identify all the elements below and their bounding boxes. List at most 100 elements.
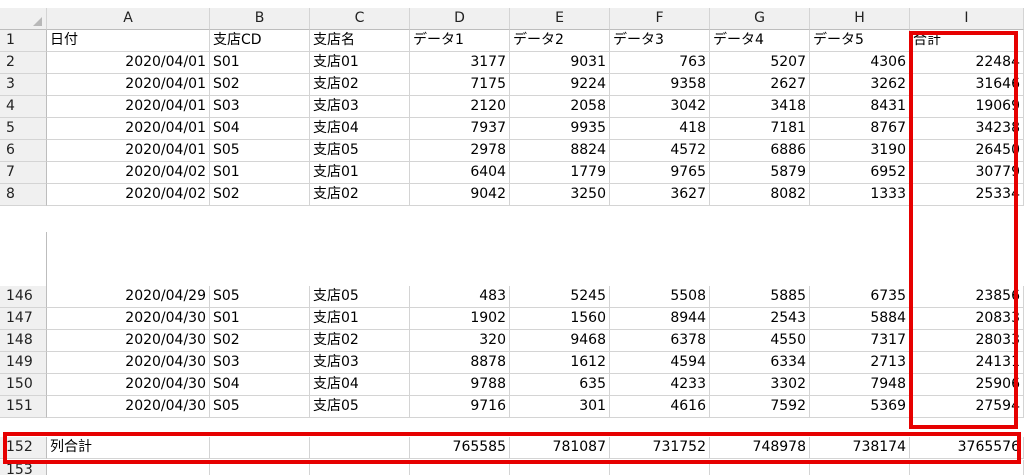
cell-total[interactable]: 22484 [910,52,1024,74]
cell-data4[interactable]: 5885 [710,286,810,308]
row-header[interactable]: 148 [0,330,47,352]
cell-branch-code[interactable]: S04 [210,118,310,140]
cell-data1[interactable]: 6404 [410,162,510,184]
cell-branch-name[interactable]: 支店05 [310,286,410,308]
cell-data4[interactable]: 7592 [710,396,810,418]
cell-branch-code[interactable]: S01 [210,52,310,74]
cell-data5[interactable]: 7948 [810,374,910,396]
cell-data5[interactable]: データ5 [810,30,910,52]
row-header[interactable]: 2 [0,52,47,74]
cell-date[interactable]: 2020/04/30 [47,308,210,330]
cell-branch-name[interactable]: 支店04 [310,374,410,396]
cell-branch-name[interactable]: 支店02 [310,184,410,206]
cell-data5[interactable]: 738174 [810,437,910,459]
cell-total[interactable]: 24131 [910,352,1024,374]
cell-data3[interactable]: 6378 [610,330,710,352]
column-header-g[interactable]: G [710,8,810,30]
cell-data4[interactable]: 2543 [710,308,810,330]
cell-data3[interactable]: 3627 [610,184,710,206]
column-header-c[interactable]: C [310,8,410,30]
cell-branch-code[interactable]: S05 [210,396,310,418]
cell-branch-code[interactable]: S02 [210,74,310,96]
cell-data4[interactable]: 2627 [710,74,810,96]
cell-data3[interactable]: 9358 [610,74,710,96]
cell-total[interactable]: 19069 [910,96,1024,118]
cell-date[interactable]: 2020/04/30 [47,374,210,396]
cell-branch-name[interactable]: 支店04 [310,118,410,140]
cell-data1[interactable]: 9716 [410,396,510,418]
cell-data2[interactable]: 635 [510,374,610,396]
cell-data4[interactable]: 5879 [710,162,810,184]
cell-branch-name[interactable]: 支店02 [310,74,410,96]
cell-branch-name[interactable]: 支店05 [310,396,410,418]
cell-date[interactable]: 2020/04/01 [47,74,210,96]
cell-total[interactable]: 3765576 [910,437,1024,459]
cell-data5[interactable] [810,460,910,475]
cell-data5[interactable]: 5884 [810,308,910,330]
select-all-corner[interactable] [0,8,47,30]
row-header[interactable]: 6 [0,140,47,162]
cell-data4[interactable]: 4550 [710,330,810,352]
cell-data4[interactable] [710,460,810,475]
cell-data1[interactable] [410,460,510,475]
cell-total[interactable]: 26450 [910,140,1024,162]
cell-data4[interactable]: 3302 [710,374,810,396]
row-header[interactable]: 4 [0,96,47,118]
cell-data3[interactable]: 763 [610,52,710,74]
cell-data1[interactable]: 320 [410,330,510,352]
cell-branch-code[interactable]: S01 [210,162,310,184]
cell-branch-code[interactable]: S03 [210,352,310,374]
cell-total[interactable]: 31646 [910,74,1024,96]
cell-data1[interactable]: 7937 [410,118,510,140]
cell-data1[interactable]: 1902 [410,308,510,330]
spreadsheet[interactable]: A B C D E F G H I 1 日付 支店CD 支店名 データ1 データ… [0,0,1024,475]
cell-data1[interactable]: 7175 [410,74,510,96]
cell-data2[interactable]: 1612 [510,352,610,374]
column-header-h[interactable]: H [810,8,910,30]
cell-data2[interactable]: 3250 [510,184,610,206]
cell-data3[interactable]: 731752 [610,437,710,459]
cell-total[interactable]: 23856 [910,286,1024,308]
cell-data3[interactable]: 9765 [610,162,710,184]
row-header[interactable]: 150 [0,374,47,396]
cell-date[interactable]: 2020/04/02 [47,162,210,184]
cell-data4[interactable]: 5207 [710,52,810,74]
column-header-a[interactable]: A [47,8,210,30]
cell-data3[interactable]: 4572 [610,140,710,162]
cell-data2[interactable]: 301 [510,396,610,418]
cell-branch-name[interactable]: 支店01 [310,162,410,184]
row-header[interactable]: 3 [0,74,47,96]
cell-data5[interactable]: 2713 [810,352,910,374]
cell-date[interactable]: 2020/04/02 [47,184,210,206]
cell-data3[interactable]: 3042 [610,96,710,118]
column-header-d[interactable]: D [410,8,510,30]
cell-data1[interactable]: 9042 [410,184,510,206]
cell-data1[interactable]: 483 [410,286,510,308]
cell-branch-name[interactable]: 支店02 [310,330,410,352]
column-header-f[interactable]: F [610,8,710,30]
cell-data2[interactable]: 1560 [510,308,610,330]
cell-date[interactable]: 日付 [47,30,210,52]
cell-data3[interactable]: 4233 [610,374,710,396]
cell-data5[interactable]: 5369 [810,396,910,418]
cell-data2[interactable]: 1779 [510,162,610,184]
cell-branch-name[interactable]: 支店05 [310,140,410,162]
cell-data5[interactable]: 3190 [810,140,910,162]
cell-branch-name[interactable]: 支店03 [310,96,410,118]
column-header-b[interactable]: B [210,8,310,30]
cell-data4[interactable]: 6334 [710,352,810,374]
cell-branch-name[interactable]: 支店03 [310,352,410,374]
cell-branch-code[interactable]: S04 [210,374,310,396]
cell-data5[interactable]: 6735 [810,286,910,308]
cell-data2[interactable]: データ2 [510,30,610,52]
cell-data5[interactable]: 6952 [810,162,910,184]
cell-data4[interactable]: 3418 [710,96,810,118]
cell-date[interactable]: 2020/04/01 [47,96,210,118]
row-header[interactable]: 149 [0,352,47,374]
row-header[interactable]: 147 [0,308,47,330]
cell-data3[interactable]: 8944 [610,308,710,330]
cell-data5[interactable]: 3262 [810,74,910,96]
cell-data5[interactable]: 4306 [810,52,910,74]
cell-date[interactable]: 2020/04/01 [47,140,210,162]
cell-data3[interactable]: 5508 [610,286,710,308]
